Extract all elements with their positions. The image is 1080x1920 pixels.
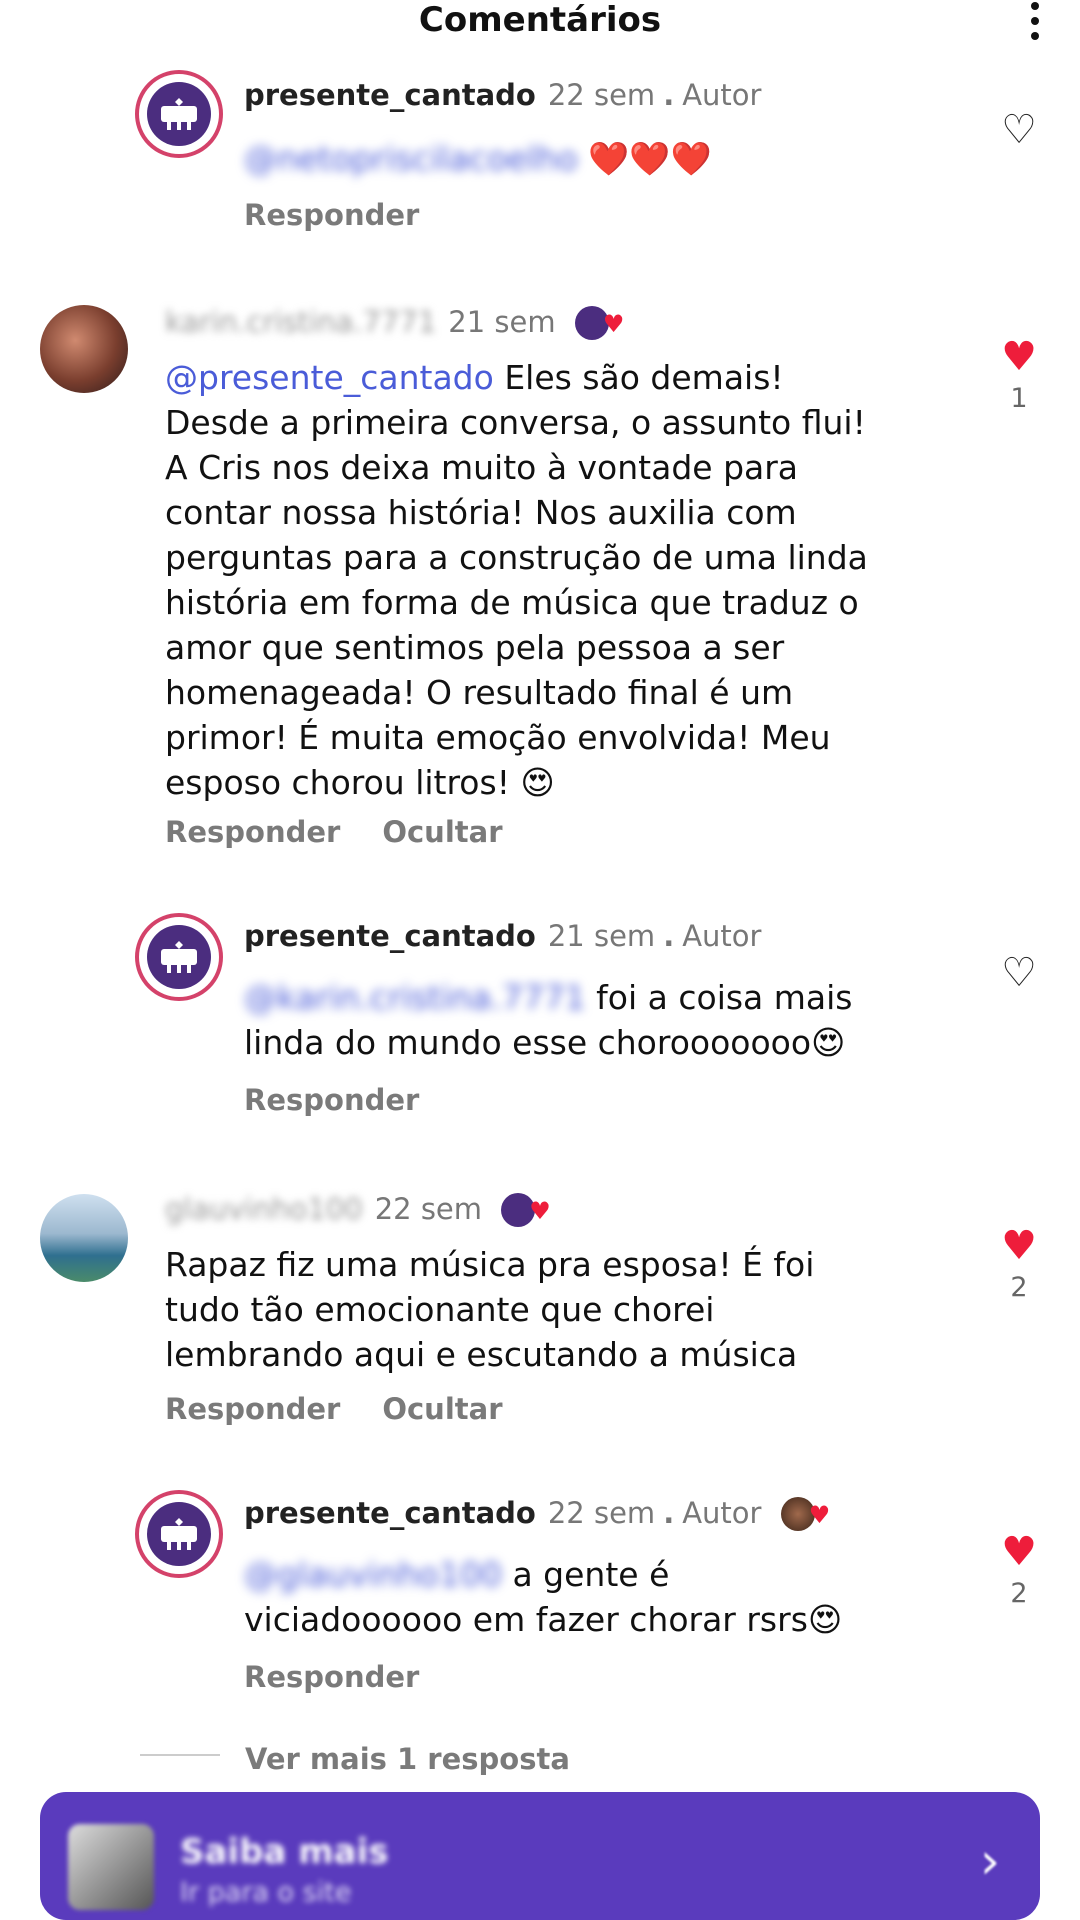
comment-actions: Responder Ocultar: [165, 1392, 545, 1426]
chevron-right-icon: ›: [980, 1832, 1000, 1890]
reply-button[interactable]: Responder: [165, 815, 340, 849]
hide-button[interactable]: Ocultar: [382, 815, 502, 849]
author-liked-badge: ♥: [574, 306, 631, 342]
username[interactable]: glauvinho100: [165, 1192, 363, 1226]
comment-meta: glauvinho100 22 sem ♥: [165, 1192, 557, 1229]
reply-button[interactable]: Responder: [244, 1660, 419, 1694]
avatar[interactable]: [135, 913, 223, 1001]
comment-meta: presente_cantado 22 sem. Autor: [244, 78, 762, 112]
comment-meta: karin.cristina.7771 21 sem ♥: [165, 305, 631, 342]
comment-text: @presente_cantado Eles são demais! Desde…: [165, 358, 868, 802]
more-options-icon[interactable]: [1028, 2, 1042, 44]
mention-link[interactable]: @presente_cantado: [165, 358, 494, 397]
like-count: 2: [1010, 1578, 1028, 1609]
comment-actions: Responder: [244, 1083, 461, 1117]
like-button[interactable]: ♥ 1: [999, 337, 1039, 414]
heart-outline-icon: ♡: [1001, 107, 1037, 153]
username[interactable]: karin.cristina.7771: [165, 305, 436, 339]
author-liked-badge: ♥: [501, 1193, 557, 1229]
mention-link[interactable]: @glauvinho100: [244, 1555, 502, 1594]
comment-time: 21 sem: [448, 305, 556, 339]
like-button[interactable]: ♥ 2: [999, 1226, 1039, 1303]
comment-text: @glauvinho100 a gente é viciadoooooo em …: [244, 1555, 843, 1639]
comment: karin.cristina.7771 21 sem ♥ @presente_ca…: [0, 305, 1080, 865]
username[interactable]: presente_cantado: [244, 1496, 536, 1530]
username[interactable]: presente_cantado: [244, 919, 536, 953]
comment-actions: Responder: [244, 198, 461, 232]
like-count: 1: [1010, 383, 1028, 414]
reply-button[interactable]: Responder: [244, 1083, 419, 1117]
avatar[interactable]: [135, 1490, 223, 1578]
cta-subtitle: Ir para o site: [180, 1877, 352, 1908]
heart-filled-icon: ♥: [1001, 1223, 1037, 1269]
comment-reply: presente_cantado 21 sem. Autor @karin.cris…: [0, 913, 1080, 1123]
avatar[interactable]: [40, 305, 128, 393]
comment-reply: presente_cantado 22 sem. Autor ♥ @glauvinh…: [0, 1490, 1080, 1700]
comment-text: @netopriscilacoelho ❤️❤️❤️: [244, 139, 712, 178]
username[interactable]: presente_cantado: [244, 78, 536, 112]
author-label: Autor: [682, 1496, 762, 1530]
view-more-replies[interactable]: Ver mais 1 resposta: [0, 1742, 1080, 1782]
cta-banner[interactable]: Saiba mais Ir para o site ›: [40, 1792, 1040, 1920]
comment-time: 22 sem: [547, 78, 656, 112]
avatar[interactable]: [135, 70, 223, 158]
cta-thumbnail: [68, 1824, 154, 1910]
author-label: Autor: [682, 78, 762, 112]
avatar[interactable]: [40, 1194, 128, 1282]
heart-outline-icon: ♡: [1001, 950, 1037, 996]
mention-link[interactable]: @netopriscilacoelho: [244, 139, 578, 178]
comment-text: @karin.cristina.7771 foi a coisa mais li…: [244, 978, 853, 1062]
view-more-label[interactable]: Ver mais 1 resposta: [245, 1742, 570, 1776]
comment-time: 22 sem: [374, 1192, 483, 1226]
header: Comentários: [0, 0, 1080, 50]
heart-filled-icon: ♥: [1001, 1529, 1037, 1575]
comment-reply: presente_cantado 22 sem. Autor @netoprisci…: [0, 70, 1080, 240]
comment-time: 21 sem: [547, 919, 656, 953]
like-button[interactable]: ♥ 2: [999, 1532, 1039, 1609]
comment-actions: Responder Ocultar: [165, 815, 545, 849]
reply-button[interactable]: Responder: [165, 1392, 340, 1426]
comment-meta: presente_cantado 22 sem. Autor ♥: [244, 1496, 837, 1533]
like-button[interactable]: ♡: [999, 953, 1039, 993]
mention-link[interactable]: @karin.cristina.7771: [244, 978, 586, 1017]
cta-title: Saiba mais: [180, 1832, 389, 1872]
comment-meta: presente_cantado 21 sem. Autor: [244, 919, 762, 953]
page-title: Comentários: [418, 0, 662, 40]
heart-filled-icon: ♥: [1001, 334, 1037, 380]
author-label: Autor: [682, 919, 762, 953]
comment-time: 22 sem: [547, 1496, 656, 1530]
comment-text: Rapaz fiz uma música pra esposa! É foi t…: [165, 1245, 815, 1374]
heart-icon: ♥: [602, 310, 625, 338]
like-count: 2: [1010, 1272, 1028, 1303]
comment-actions: Responder: [244, 1660, 461, 1694]
like-button[interactable]: ♡: [999, 110, 1039, 150]
author-liked-badge: ♥: [780, 1497, 837, 1533]
reply-button[interactable]: Responder: [244, 198, 419, 232]
heart-icon: ♥: [529, 1197, 551, 1225]
divider: [140, 1754, 220, 1756]
heart-icon: ♥: [808, 1501, 831, 1529]
comment: glauvinho100 22 sem ♥ Rapaz fiz uma músic…: [0, 1192, 1080, 1432]
hide-button[interactable]: Ocultar: [382, 1392, 502, 1426]
